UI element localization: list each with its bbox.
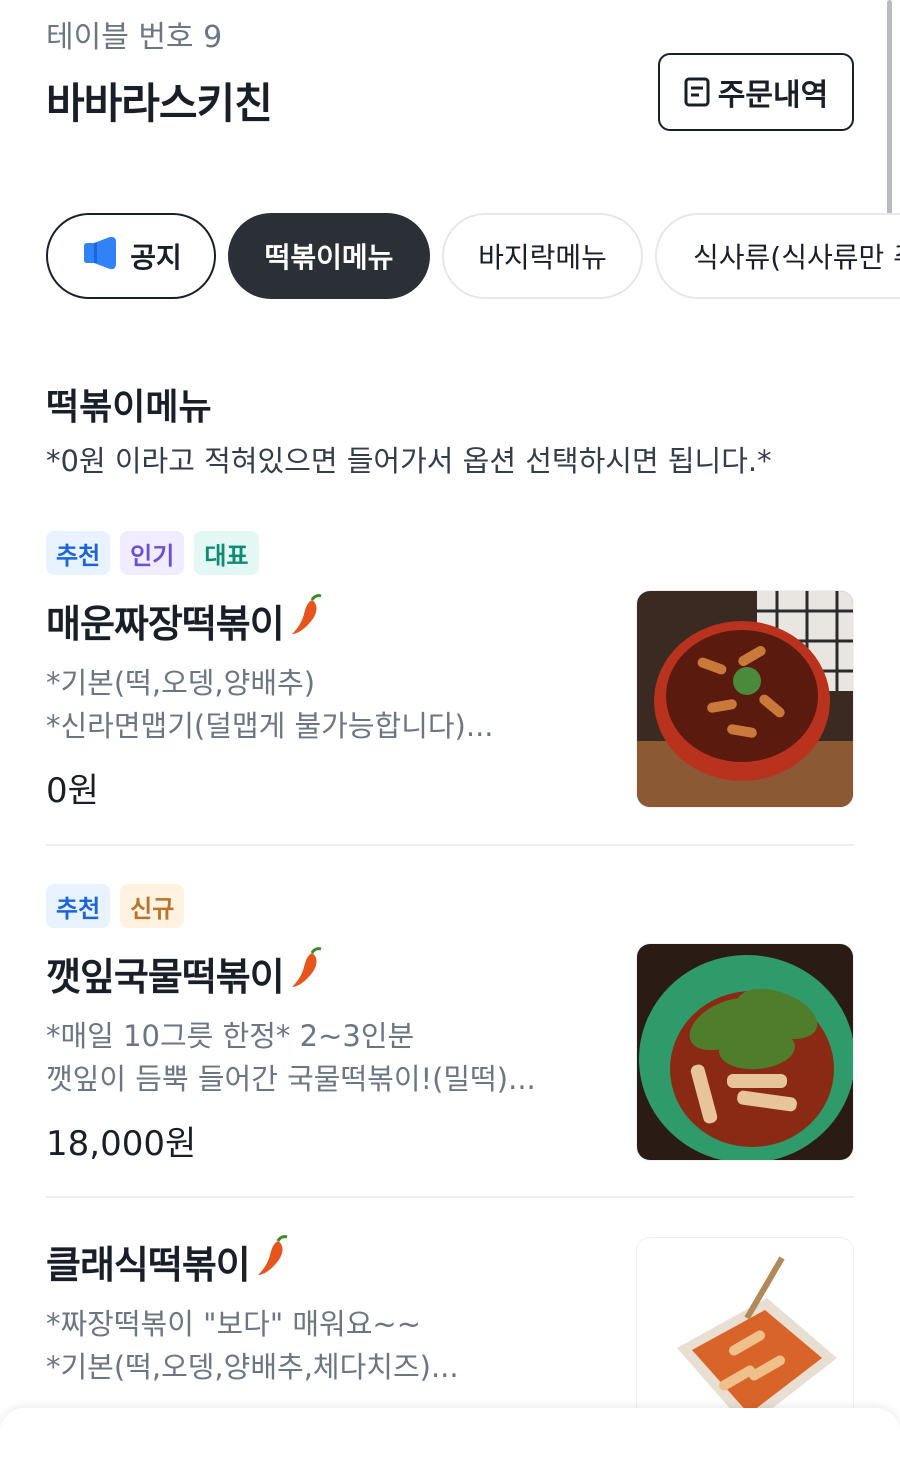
- section-description: *0원 이라고 적혀있으면 들어가서 옵션 선택하시면 됩니다.*: [46, 444, 772, 478]
- menu-item-title: 매운짜장떡볶이: [46, 602, 285, 646]
- tab-label: 식사류(식사류만 주: [693, 241, 900, 274]
- description-line: *매일 10그릇 한정* 2~3인분: [46, 1019, 415, 1053]
- menu-item-photo[interactable]: [636, 1237, 854, 1437]
- scrollbar[interactable]: [887, 0, 892, 240]
- table-number: 테이블 번호 9: [46, 20, 223, 55]
- badge-group: 추천 신규: [46, 884, 185, 928]
- menu-item[interactable]: 추천 신규 깻잎국물떡볶이 *매일 10그릇 한정* 2~3인분 깻잎이 듬뿍 …: [46, 884, 854, 1174]
- megaphone-icon: [80, 236, 120, 277]
- chili-pepper-icon: [254, 1235, 290, 1288]
- menu-item-photo[interactable]: [636, 590, 854, 808]
- menu-item-description: *짜장떡볶이 "보다" 매워요~~ *기본(떡,오뎅,양배추,체다치즈)...: [46, 1303, 586, 1389]
- description-line: *짜장떡볶이 "보다" 매워요~~: [46, 1307, 422, 1341]
- menu-item-price: 0원: [46, 771, 99, 811]
- menu-item[interactable]: 클래식떡볶이 *짜장떡볶이 "보다" 매워요~~ *기본(떡,오뎅,양배추,체다…: [46, 1232, 854, 1437]
- tab-tteokbokki-menu[interactable]: 떡볶이메뉴: [228, 213, 430, 299]
- tab-notice[interactable]: 공지: [46, 213, 216, 299]
- badge-new: 신규: [120, 884, 185, 928]
- menu-item[interactable]: 추천 인기 대표 매운짜장떡볶이 *기본(떡,오뎅,양배추) *신라면맵기(덜맵…: [46, 531, 854, 821]
- menu-item-description: *매일 10그릇 한정* 2~3인분 깻잎이 듬뿍 들어간 국물떡볶이!(밀떡)…: [46, 1015, 586, 1101]
- chili-pepper-icon: [288, 947, 324, 1000]
- tab-clam-menu[interactable]: 바지락메뉴: [442, 213, 643, 299]
- receipt-icon: [684, 77, 710, 107]
- menu-item-name: 매운짜장떡볶이: [46, 593, 324, 648]
- badge-group: 추천 인기 대표: [46, 531, 259, 575]
- menu-item-name: 깻잎국물떡볶이: [46, 946, 324, 1001]
- chili-pepper-icon: [288, 594, 324, 647]
- menu-item-name: 클래식떡볶이: [46, 1234, 290, 1289]
- description-line: 깻잎이 듬뿍 들어간 국물떡볶이!(밀떡)...: [46, 1062, 536, 1096]
- section-title: 떡볶이메뉴: [46, 387, 212, 428]
- badge-recommend: 추천: [46, 884, 111, 928]
- menu-item-title: 클래식떡볶이: [46, 1243, 251, 1287]
- menu-item-title: 깻잎국물떡볶이: [46, 955, 285, 999]
- badge-popular: 인기: [120, 531, 185, 575]
- order-history-label: 주문내역: [717, 78, 829, 113]
- order-history-button[interactable]: 주문내역: [658, 53, 854, 131]
- item-divider: [46, 844, 854, 846]
- tab-label: 바지락메뉴: [478, 241, 607, 274]
- description-line: *기본(떡,오뎅,양배추,체다치즈)...: [46, 1350, 459, 1384]
- store-name: 바바라스키친: [46, 79, 273, 128]
- menu-item-photo[interactable]: [636, 943, 854, 1161]
- tab-meals[interactable]: 식사류(식사류만 주: [655, 213, 900, 299]
- bottom-sheet[interactable]: [0, 1408, 900, 1468]
- category-tabs: 공지 떡볶이메뉴 바지락메뉴 식사류(식사류만 주: [46, 213, 900, 301]
- badge-recommend: 추천: [46, 531, 111, 575]
- tab-label: 떡볶이메뉴: [264, 241, 394, 274]
- header: 테이블 번호 9 바바라스키친 주문내역: [46, 10, 854, 150]
- menu-item-price: 18,000원: [46, 1124, 197, 1164]
- badge-signature: 대표: [194, 531, 259, 575]
- menu-item-description: *기본(떡,오뎅,양배추) *신라면맵기(덜맵게 불가능합니다)...: [46, 662, 586, 748]
- description-line: *기본(떡,오뎅,양배추): [46, 666, 316, 700]
- description-line: *신라면맵기(덜맵게 불가능합니다)...: [46, 709, 494, 743]
- item-divider: [46, 1196, 854, 1198]
- tab-label: 공지: [130, 241, 182, 274]
